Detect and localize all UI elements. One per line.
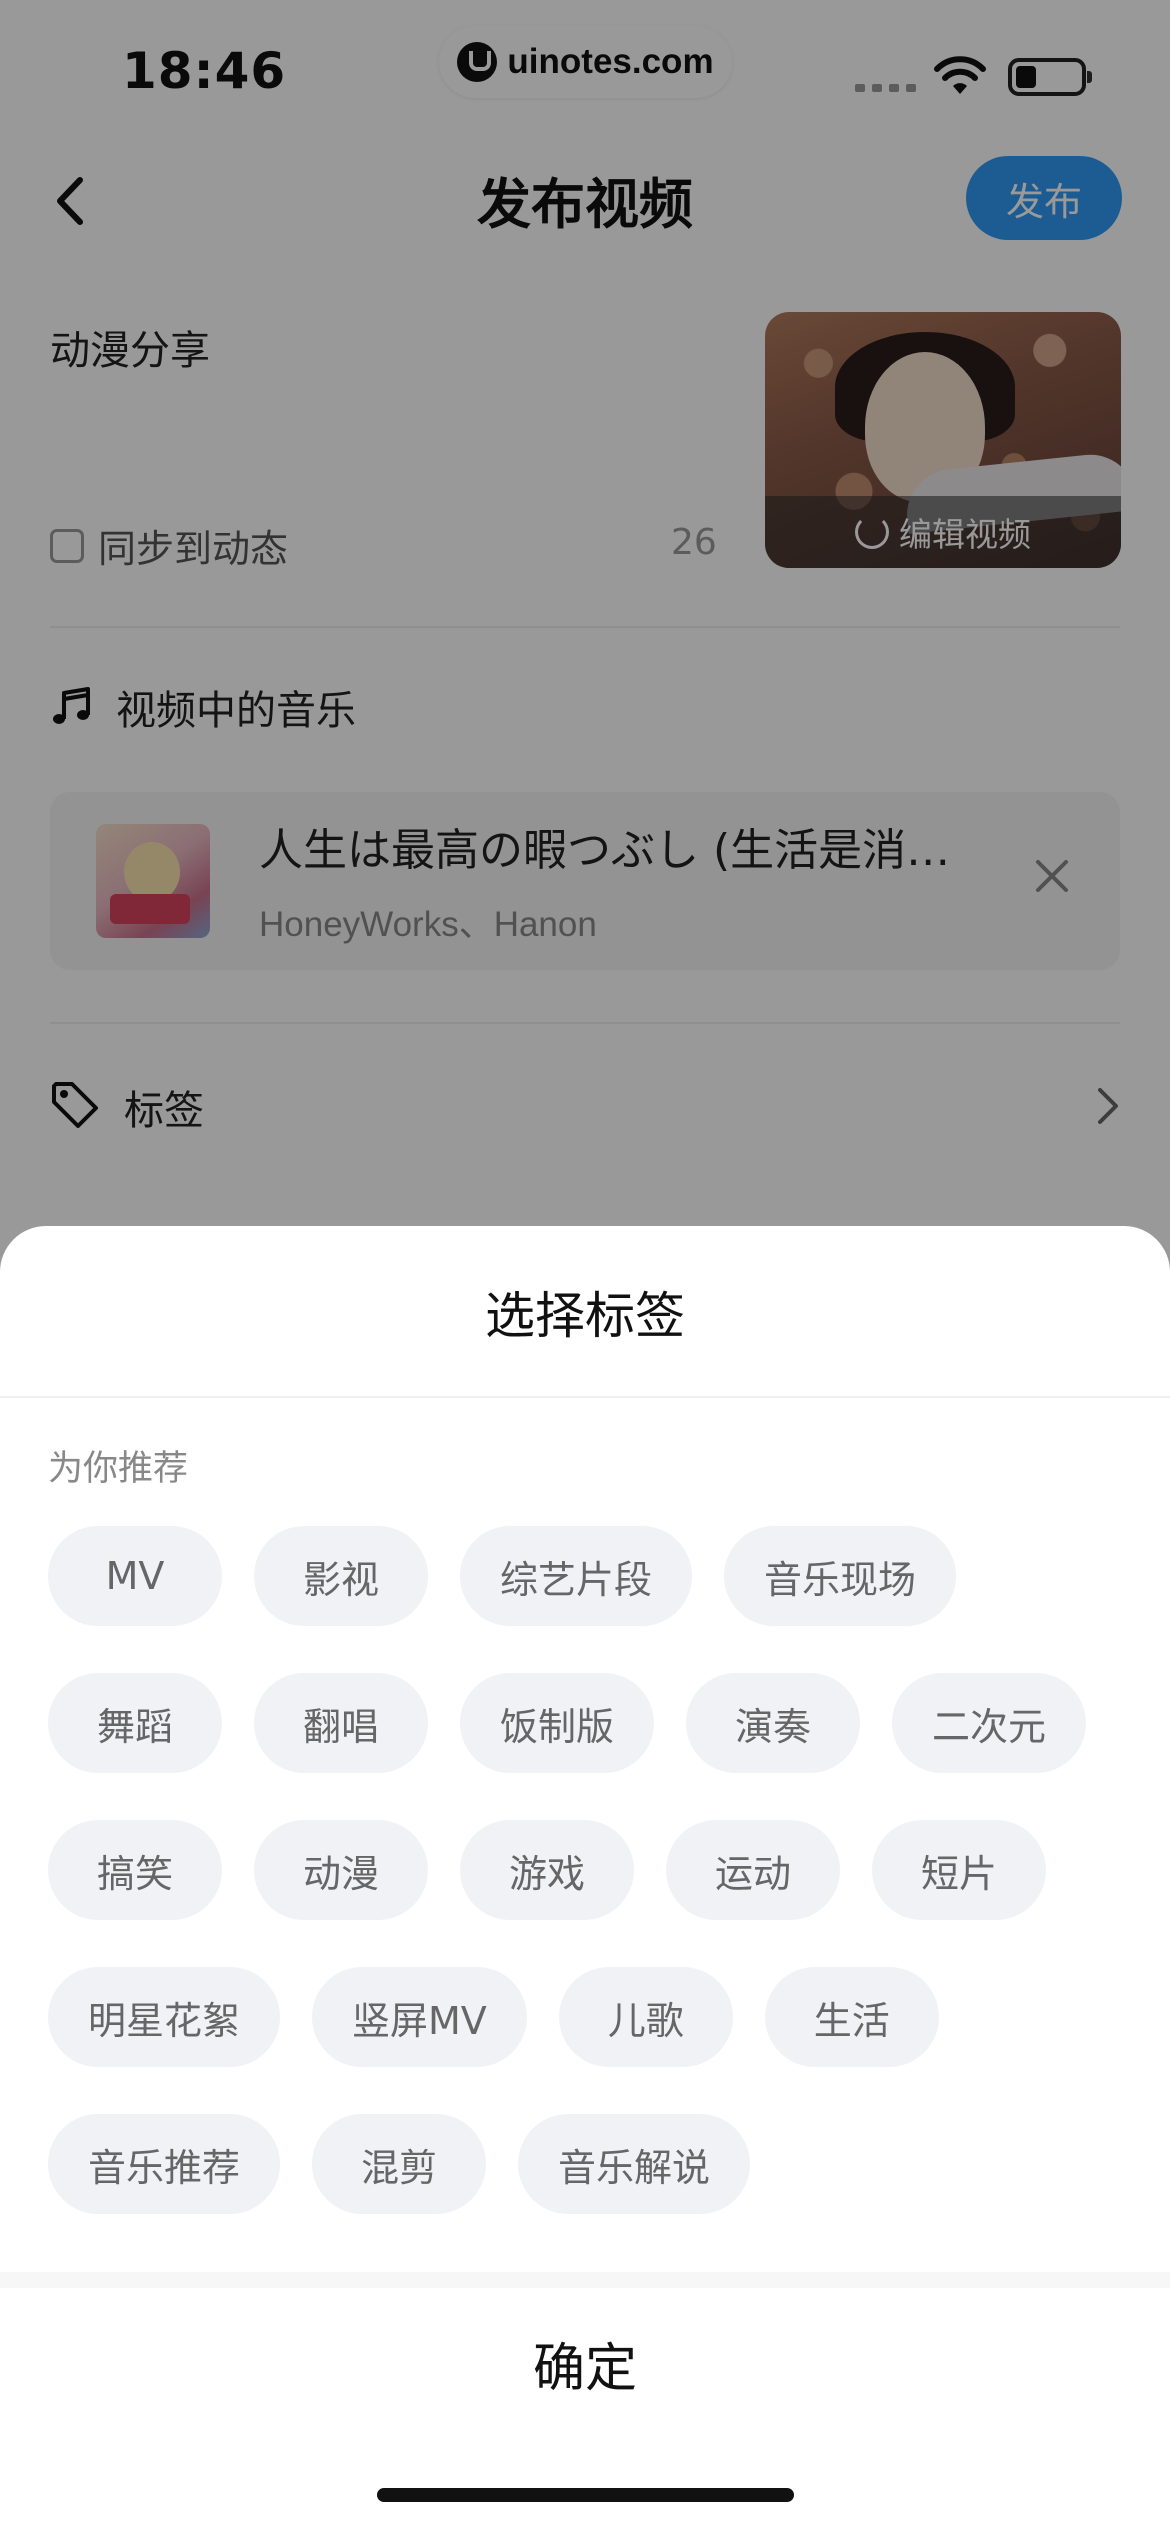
tag-chip[interactable]: 音乐推荐: [48, 2114, 281, 2214]
tag-chip[interactable]: 明星花絮: [48, 1967, 281, 2067]
sheet-title: 选择标签: [485, 1287, 685, 1345]
select-tags-sheet: 选择标签 为你推荐 MV 影视 综艺片段 音乐现场 舞蹈 翻唱 饭制版 演奏 二…: [0, 1226, 1170, 2532]
tag-chip[interactable]: 演奏: [686, 1673, 861, 1773]
tag-chip[interactable]: 搞笑: [48, 1820, 222, 1920]
tag-chip[interactable]: 生活: [764, 1967, 939, 2067]
tag-chip[interactable]: 二次元: [892, 1673, 1087, 1773]
tag-chip[interactable]: 动漫: [254, 1820, 428, 1920]
chip-row: 舞蹈 翻唱 饭制版 演奏 二次元: [48, 1673, 1128, 1773]
tag-chip[interactable]: 混剪: [312, 2114, 487, 2214]
tag-chip[interactable]: 综艺片段: [460, 1526, 693, 1626]
sheet-divider: [0, 1396, 1170, 1398]
chip-row: MV 影视 综艺片段 音乐现场: [48, 1526, 1128, 1626]
confirm-separator: [0, 2272, 1170, 2288]
chip-row: 明星花絮 竖屏MV 儿歌 生活: [48, 1967, 1128, 2067]
chip-row: 音乐推荐 混剪 音乐解说: [48, 2114, 1128, 2214]
tag-chip[interactable]: 竖屏MV: [312, 1967, 527, 2067]
tag-chip[interactable]: 运动: [666, 1820, 840, 1920]
chip-row: 搞笑 动漫 游戏 运动 短片: [48, 1820, 1128, 1920]
tag-chip[interactable]: 饭制版: [460, 1673, 655, 1773]
tag-chip-list: MV 影视 综艺片段 音乐现场 舞蹈 翻唱 饭制版 演奏 二次元 搞笑 动漫 游…: [48, 1526, 1128, 2261]
tag-chip[interactable]: 翻唱: [254, 1673, 428, 1773]
confirm-button[interactable]: 确定: [0, 2288, 1170, 2438]
tag-chip[interactable]: 游戏: [460, 1820, 634, 1920]
tag-chip[interactable]: 舞蹈: [48, 1673, 222, 1773]
tag-chip[interactable]: 影视: [254, 1526, 428, 1626]
recommend-label: 为你推荐: [48, 1449, 189, 1489]
tag-chip[interactable]: MV: [48, 1526, 222, 1626]
tag-chip[interactable]: 儿歌: [558, 1967, 733, 2067]
tag-chip[interactable]: 音乐现场: [724, 1526, 957, 1626]
home-indicator: [377, 2488, 794, 2502]
tag-chip[interactable]: 短片: [872, 1820, 1046, 1920]
tag-chip[interactable]: 音乐解说: [518, 2114, 751, 2214]
